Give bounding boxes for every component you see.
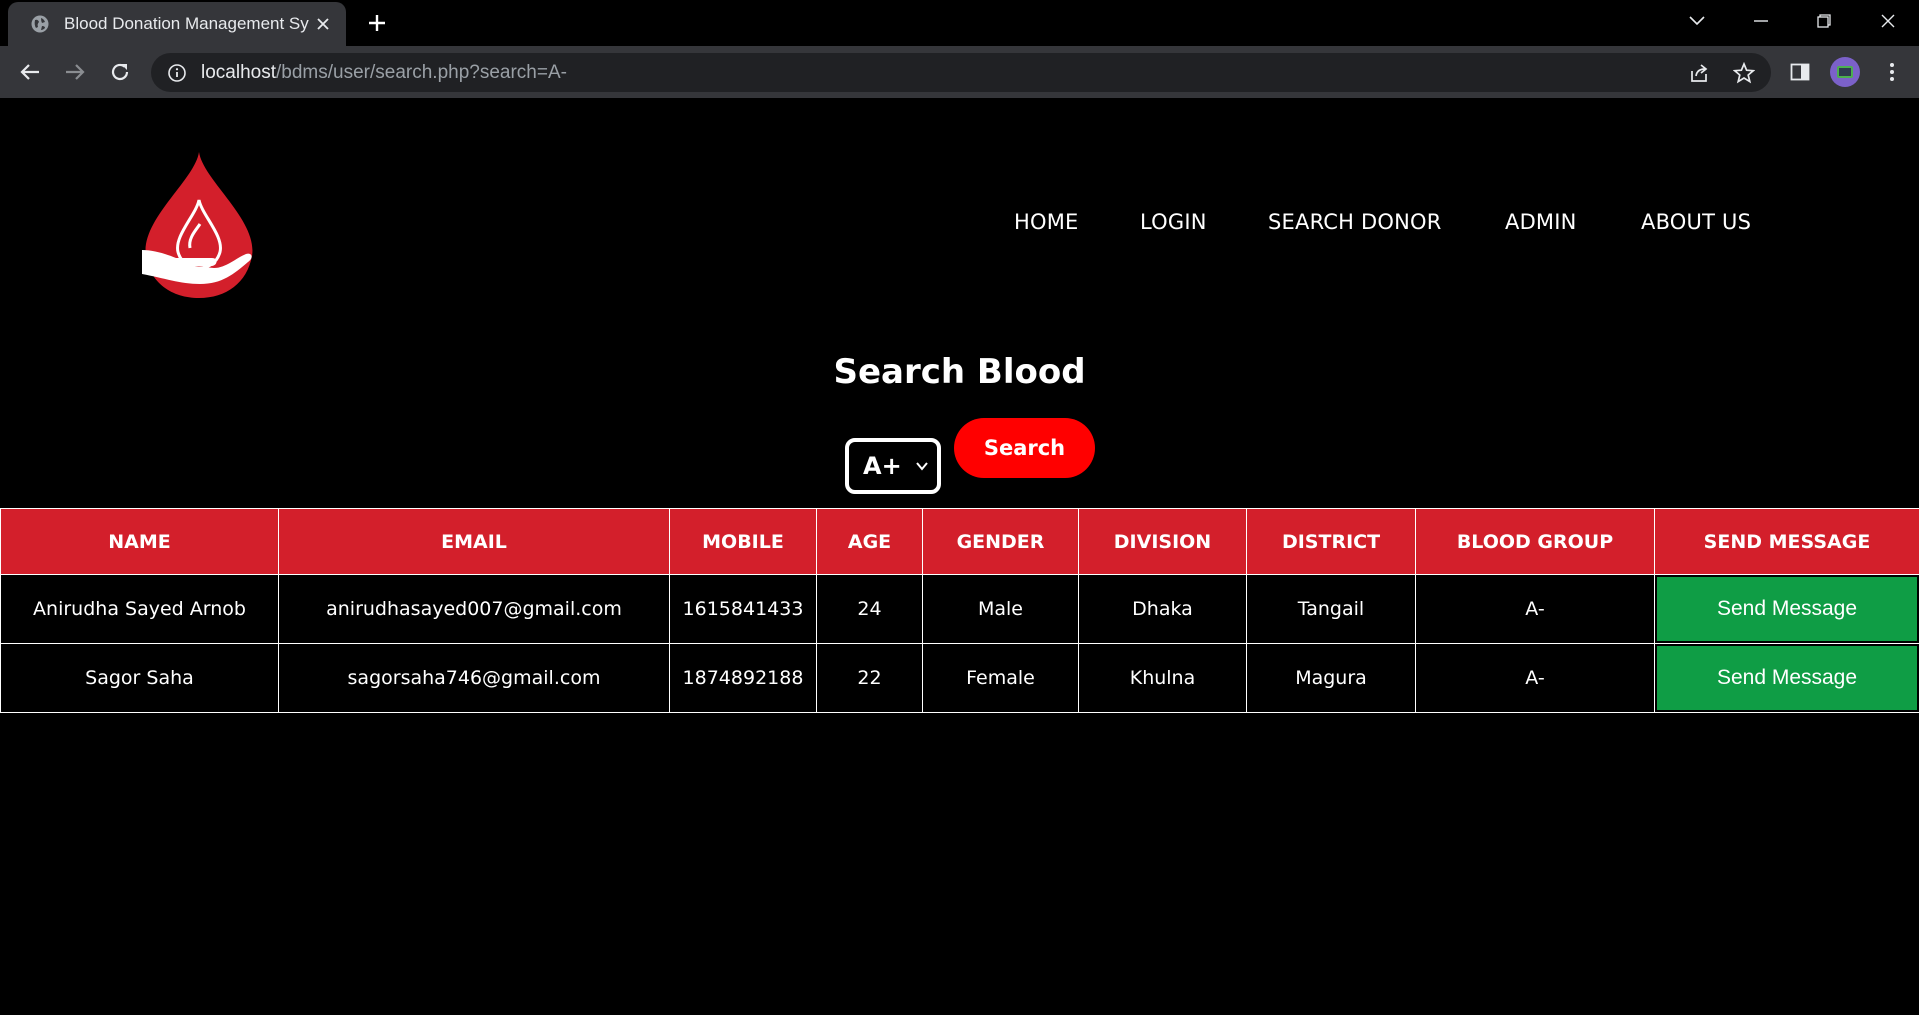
selected-blood-group: A+ (863, 452, 902, 480)
nav-admin[interactable]: ADMIN (1505, 210, 1577, 234)
cell-email: sagorsaha746@gmail.com (278, 643, 670, 713)
browser-tabstrip: Blood Donation Management Sy (0, 0, 1919, 46)
profile-avatar[interactable] (1830, 57, 1860, 87)
cell-action: Send Message (1654, 643, 1919, 713)
cell-blood-group: A- (1415, 643, 1655, 713)
cell-division: Khulna (1078, 643, 1247, 713)
cell-name: Anirudha Sayed Arnob (0, 574, 279, 644)
send-message-button[interactable]: Send Message (1657, 577, 1917, 641)
cell-blood-group: A- (1415, 574, 1655, 644)
search-button[interactable]: Search (954, 418, 1095, 478)
column-header-email: EMAIL (278, 508, 670, 575)
url-host: localhost (201, 61, 276, 83)
page-title: Search Blood (833, 352, 1086, 392)
nav-about-us[interactable]: ABOUT US (1641, 210, 1751, 234)
side-panel-icon[interactable] (1787, 59, 1813, 85)
browser-tab[interactable]: Blood Donation Management Sy (8, 2, 346, 46)
globe-icon (31, 15, 49, 33)
column-header-age: AGE (816, 508, 923, 575)
page-body: HOME LOGIN SEARCH DONOR ADMIN ABOUT US S… (0, 98, 1919, 1015)
cell-name: Sagor Saha (0, 643, 279, 713)
column-header-mobile: MOBILE (669, 508, 817, 575)
nav-login[interactable]: LOGIN (1140, 210, 1207, 234)
main-nav: HOME LOGIN SEARCH DONOR ADMIN ABOUT US (0, 210, 1919, 240)
cell-gender: Female (922, 643, 1079, 713)
cell-division: Dhaka (1078, 574, 1247, 644)
cell-district: Tangail (1246, 574, 1416, 644)
cell-age: 24 (816, 574, 923, 644)
table-row: Sagor Saha sagorsaha746@gmail.com 187489… (0, 643, 1919, 713)
column-header-blood-group: BLOOD GROUP (1415, 508, 1655, 575)
reload-icon[interactable] (106, 58, 134, 86)
cell-age: 22 (816, 643, 923, 713)
cell-mobile: 1874892188 (669, 643, 817, 713)
new-tab-icon[interactable] (364, 10, 390, 36)
send-message-button[interactable]: Send Message (1657, 646, 1917, 710)
site-info-icon[interactable] (167, 63, 187, 83)
nav-home[interactable]: HOME (1014, 210, 1079, 234)
forward-icon[interactable] (61, 58, 89, 86)
tab-title: Blood Donation Management Sy (64, 14, 309, 33)
url-path: /bdms/user/search.php?search=A- (276, 61, 567, 83)
restore-icon[interactable] (1809, 8, 1839, 34)
minimize-icon[interactable] (1746, 8, 1776, 34)
donor-results-table: NAME EMAIL MOBILE AGE GENDER DIVISION DI… (0, 508, 1919, 713)
cell-gender: Male (922, 574, 1079, 644)
cell-email: anirudhasayed007@gmail.com (278, 574, 670, 644)
column-header-district: DISTRICT (1246, 508, 1416, 575)
address-bar[interactable]: localhost/bdms/user/search.php?search=A- (151, 53, 1771, 92)
chevron-down-icon (916, 462, 928, 471)
share-icon[interactable] (1687, 61, 1711, 85)
column-header-send-message: SEND MESSAGE (1654, 508, 1919, 575)
bookmark-star-icon[interactable] (1732, 61, 1756, 85)
nav-search-donor[interactable]: SEARCH DONOR (1268, 210, 1442, 234)
close-tab-icon[interactable] (312, 13, 334, 35)
cell-action: Send Message (1654, 574, 1919, 644)
column-header-division: DIVISION (1078, 508, 1247, 575)
menu-kebab-icon[interactable] (1879, 59, 1905, 85)
cell-mobile: 1615841433 (669, 574, 817, 644)
blood-group-select[interactable]: A+ (845, 438, 941, 494)
back-icon[interactable] (16, 58, 44, 86)
column-header-gender: GENDER (922, 508, 1079, 575)
table-header-row: NAME EMAIL MOBILE AGE GENDER DIVISION DI… (0, 508, 1919, 575)
table-row: Anirudha Sayed Arnob anirudhasayed007@gm… (0, 574, 1919, 644)
tab-search-icon[interactable] (1682, 8, 1712, 34)
browser-toolbar: localhost/bdms/user/search.php?search=A- (0, 46, 1919, 98)
column-header-name: NAME (0, 508, 279, 575)
close-window-icon[interactable] (1873, 8, 1903, 34)
cell-district: Magura (1246, 643, 1416, 713)
url-text[interactable]: localhost/bdms/user/search.php?search=A- (201, 62, 567, 84)
